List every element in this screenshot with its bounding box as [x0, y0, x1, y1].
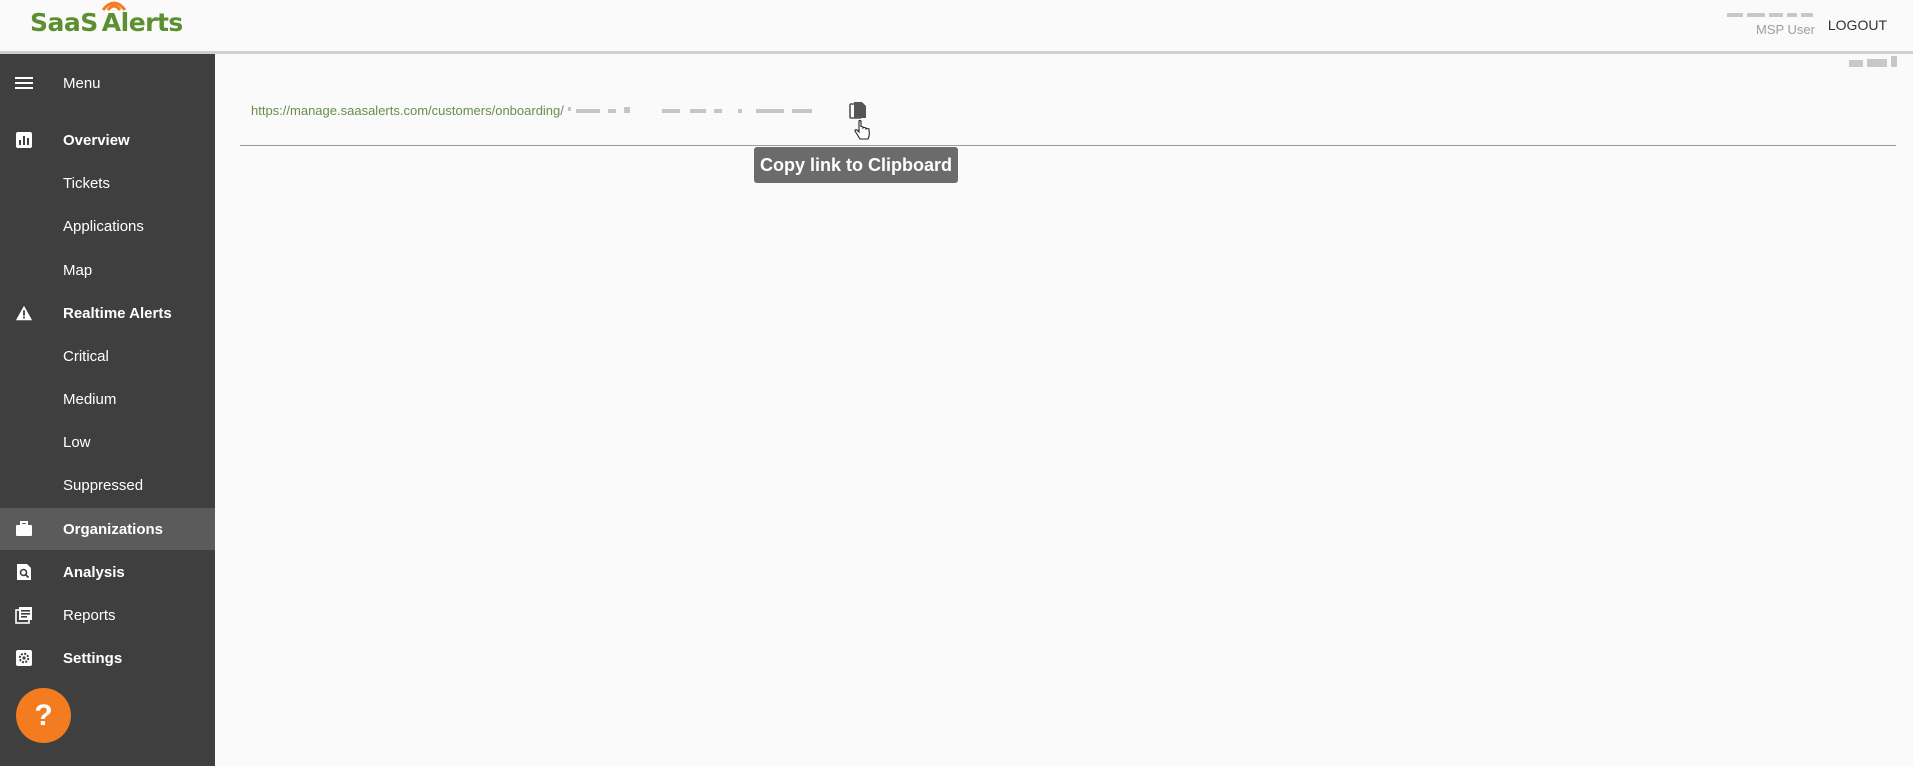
sidebar-item-label: Menu [63, 74, 101, 92]
sidebar-item-label: Reports [63, 606, 116, 624]
sidebar-nav: Menu Overview Tickets Applications Map R… [0, 54, 215, 766]
sidebar-item-menu[interactable]: Menu [0, 62, 215, 104]
sidebar-item-tickets[interactable]: Tickets [0, 162, 215, 204]
logo-text-saas: SaaS [30, 8, 98, 37]
sidebar-item-label: Organizations [63, 520, 164, 538]
copy-icon[interactable] [849, 101, 867, 121]
gear-icon [15, 649, 33, 667]
hamburger-menu-icon [15, 74, 33, 92]
saas-alerts-logo[interactable]: SaaS A lerts [30, 1, 184, 37]
sidebar-item-organizations[interactable]: Organizations [0, 508, 215, 550]
sidebar-item-label: Applications [63, 217, 144, 235]
sidebar-item-label: Analysis [63, 563, 125, 581]
onboarding-link[interactable]: https://manage.saasalerts.com/customers/… [251, 103, 564, 118]
sidebar-item-label: Suppressed [63, 476, 144, 494]
briefcase-icon [15, 520, 33, 538]
logo-a-glyph: A [101, 1, 126, 37]
sidebar-item-low[interactable]: Low [0, 421, 215, 463]
sidebar-item-label: Map [63, 261, 93, 279]
sidebar-item-label: Tickets [63, 174, 110, 192]
help-button[interactable]: ? [16, 688, 71, 743]
link-token-redacted [567, 105, 828, 117]
bar-chart-icon [15, 131, 33, 149]
user-role: MSP User [1756, 22, 1815, 37]
onboarding-link-row: https://manage.saasalerts.com/customers/… [251, 103, 828, 118]
sidebar-item-settings[interactable]: Settings [0, 637, 215, 679]
sidebar-item-suppressed[interactable]: Suppressed [0, 464, 215, 506]
logo-text-alerts: lerts [120, 8, 184, 37]
logout-button[interactable]: LOGOUT [1828, 17, 1887, 33]
sidebar-item-overview[interactable]: Overview [0, 119, 215, 161]
pointer-cursor-icon [853, 119, 871, 142]
warning-icon [15, 304, 33, 322]
section-divider [240, 145, 1896, 146]
sidebar-item-label: Overview [63, 131, 130, 149]
sidebar-item-medium[interactable]: Medium [0, 378, 215, 420]
sidebar-item-label: Medium [63, 390, 117, 408]
sidebar-item-map[interactable]: Map [0, 249, 215, 291]
copy-link-tooltip: Copy link to Clipboard [754, 147, 958, 183]
sidebar-item-analysis[interactable]: Analysis [0, 551, 215, 593]
corner-redacted [1849, 56, 1905, 68]
reports-icon [15, 606, 33, 624]
logo-signal-icon [101, 1, 126, 11]
document-search-icon [15, 563, 33, 581]
sidebar-item-realtime-alerts[interactable]: Realtime Alerts [0, 292, 215, 334]
sidebar-item-reports[interactable]: Reports [0, 594, 215, 636]
sidebar-item-label: Critical [63, 347, 109, 365]
top-header: SaaS A lerts MSP User LOGOUT [0, 0, 1913, 54]
sidebar-item-label: Settings [63, 649, 123, 667]
sidebar-item-label: Realtime Alerts [63, 304, 172, 322]
sidebar-item-label: Low [63, 433, 91, 451]
sidebar-item-applications[interactable]: Applications [0, 205, 215, 247]
sidebar-item-critical[interactable]: Critical [0, 335, 215, 377]
user-name-redacted [1715, 10, 1815, 20]
user-info: MSP User [1715, 10, 1815, 37]
